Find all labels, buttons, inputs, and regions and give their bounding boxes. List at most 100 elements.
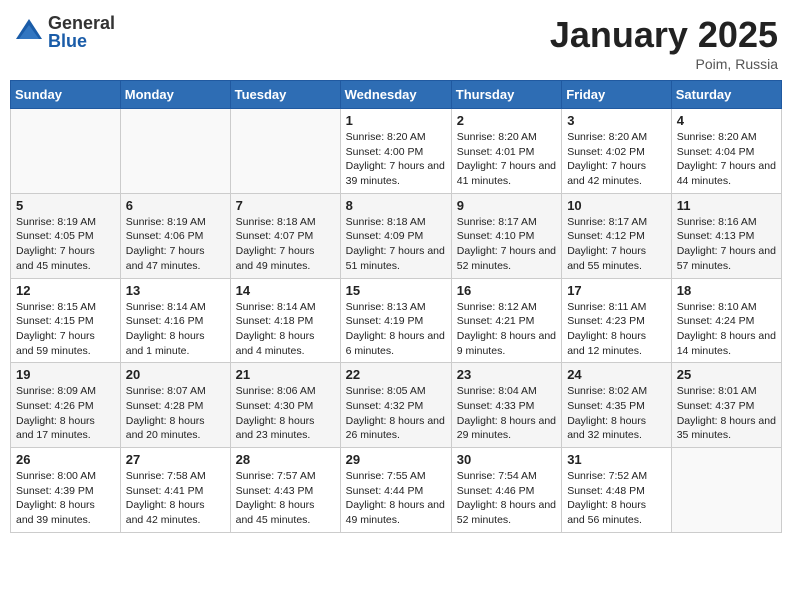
calendar-cell: 14Sunrise: 8:14 AM Sunset: 4:18 PM Dayli… — [230, 278, 340, 363]
day-info: Sunrise: 7:54 AM Sunset: 4:46 PM Dayligh… — [457, 469, 556, 528]
title-block: January 2025 Poim, Russia — [550, 14, 778, 72]
day-info: Sunrise: 8:17 AM Sunset: 4:10 PM Dayligh… — [457, 215, 556, 274]
day-info: Sunrise: 8:01 AM Sunset: 4:37 PM Dayligh… — [677, 384, 776, 443]
calendar-week-row: 12 Sunrise: 8:15 AM Sunset: 4:15 PM Dayli… — [11, 278, 782, 363]
day-info: Sunrise: 8:14 AM Sunset: 4:16 PM Dayligh… — [126, 300, 225, 359]
calendar-cell: 7Sunrise: 8:18 AM Sunset: 4:07 PM Daylig… — [230, 193, 340, 278]
location: Poim, Russia — [550, 56, 778, 72]
day-number: 20 — [126, 367, 225, 382]
day-info: Sunrise: 8:11 AM Sunset: 4:23 PM Dayligh… — [567, 300, 666, 359]
day-number: 26 — [16, 452, 115, 467]
weekday-header: Saturday — [671, 81, 781, 109]
calendar-cell: 26 Sunrise: 8:00 AM Sunset: 4:39 PM Dayli… — [11, 448, 121, 533]
day-number: 6 — [126, 198, 225, 213]
day-info: Sunrise: 7:57 AM Sunset: 4:43 PM Dayligh… — [236, 469, 335, 528]
day-number: 22 — [346, 367, 446, 382]
day-number: 15 — [346, 283, 446, 298]
day-info: Sunrise: 8:05 AM Sunset: 4:32 PM Dayligh… — [346, 384, 446, 443]
calendar-week-row: 26 Sunrise: 8:00 AM Sunset: 4:39 PM Dayli… — [11, 448, 782, 533]
day-number: 8 — [346, 198, 446, 213]
day-info: Sunrise: 8:02 AM Sunset: 4:35 PM Dayligh… — [567, 384, 666, 443]
day-info: Sunrise: 8:06 AM Sunset: 4:30 PM Dayligh… — [236, 384, 335, 443]
calendar-cell: 21 Sunrise: 8:06 AM Sunset: 4:30 PM Dayli… — [230, 363, 340, 448]
logo-icon — [14, 17, 44, 47]
day-info: Sunrise: 7:52 AM Sunset: 4:48 PM Dayligh… — [567, 469, 666, 528]
day-number: 25 — [677, 367, 776, 382]
calendar-cell — [230, 109, 340, 194]
calendar-week-row: 1 Sunrise: 8:20 AM Sunset: 4:00 PM Daylig… — [11, 109, 782, 194]
day-number: 1 — [346, 113, 446, 128]
day-info: Sunrise: 8:20 AM Sunset: 4:04 PM Dayligh… — [677, 130, 776, 189]
calendar-cell: 20 Sunrise: 8:07 AM Sunset: 4:28 PM Dayli… — [120, 363, 230, 448]
day-number: 23 — [457, 367, 556, 382]
day-info: Sunrise: 8:04 AM Sunset: 4:33 PM Dayligh… — [457, 384, 556, 443]
day-info: Sunrise: 8:19 AM Sunset: 4:06 PM Dayligh… — [126, 215, 225, 274]
day-info: Sunrise: 8:07 AM Sunset: 4:28 PM Dayligh… — [126, 384, 225, 443]
logo-general-text: General — [48, 14, 115, 32]
month-title: January 2025 — [550, 14, 778, 56]
logo-text: General Blue — [48, 14, 115, 50]
day-number: 31 — [567, 452, 666, 467]
day-info: Sunrise: 7:55 AM Sunset: 4:44 PM Dayligh… — [346, 469, 446, 528]
calendar-cell: 23 Sunrise: 8:04 AM Sunset: 4:33 PM Dayli… — [451, 363, 561, 448]
day-number: 3 — [567, 113, 666, 128]
calendar-cell: 9 Sunrise: 8:17 AM Sunset: 4:10 PM Daylig… — [451, 193, 561, 278]
calendar-cell: 6 Sunrise: 8:19 AM Sunset: 4:06 PM Daylig… — [120, 193, 230, 278]
calendar-cell: 4 Sunrise: 8:20 AM Sunset: 4:04 PM Daylig… — [671, 109, 781, 194]
day-number: 16 — [457, 283, 556, 298]
day-number: 28 — [236, 452, 335, 467]
day-info: Sunrise: 8:17 AM Sunset: 4:12 PM Dayligh… — [567, 215, 666, 274]
day-number: 29 — [346, 452, 446, 467]
calendar-cell: 22 Sunrise: 8:05 AM Sunset: 4:32 PM Dayli… — [340, 363, 451, 448]
day-number: 24 — [567, 367, 666, 382]
calendar-table: SundayMondayTuesdayWednesdayThursdayFrid… — [10, 80, 782, 533]
calendar-cell: 16 Sunrise: 8:12 AM Sunset: 4:21 PM Dayli… — [451, 278, 561, 363]
day-number: 12 — [16, 283, 115, 298]
calendar-cell — [120, 109, 230, 194]
day-number: 30 — [457, 452, 556, 467]
day-info: Sunrise: 8:20 AM Sunset: 4:02 PM Dayligh… — [567, 130, 666, 189]
weekday-header: Wednesday — [340, 81, 451, 109]
calendar-cell: 27 Sunrise: 7:58 AM Sunset: 4:41 PM Dayli… — [120, 448, 230, 533]
day-number: 17 — [567, 283, 666, 298]
day-number: 4 — [677, 113, 776, 128]
day-info: Sunrise: 8:09 AM Sunset: 4:26 PM Dayligh… — [16, 384, 115, 443]
calendar-cell: 5Sunrise: 8:19 AM Sunset: 4:05 PM Daylig… — [11, 193, 121, 278]
calendar-week-row: 5Sunrise: 8:19 AM Sunset: 4:05 PM Daylig… — [11, 193, 782, 278]
calendar-cell: 31 Sunrise: 7:52 AM Sunset: 4:48 PM Dayli… — [562, 448, 672, 533]
weekday-header: Thursday — [451, 81, 561, 109]
day-number: 2 — [457, 113, 556, 128]
day-number: 5 — [16, 198, 115, 213]
day-info: Sunrise: 8:10 AM Sunset: 4:24 PM Dayligh… — [677, 300, 776, 359]
page-header: General Blue January 2025 Poim, Russia — [10, 10, 782, 72]
day-number: 7 — [236, 198, 335, 213]
day-number: 18 — [677, 283, 776, 298]
calendar-cell: 1 Sunrise: 8:20 AM Sunset: 4:00 PM Daylig… — [340, 109, 451, 194]
calendar-cell: 25 Sunrise: 8:01 AM Sunset: 4:37 PM Dayli… — [671, 363, 781, 448]
day-number: 19 — [16, 367, 115, 382]
calendar-cell: 10Sunrise: 8:17 AM Sunset: 4:12 PM Dayli… — [562, 193, 672, 278]
day-info: Sunrise: 8:20 AM Sunset: 4:01 PM Dayligh… — [457, 130, 556, 189]
calendar-cell: 29 Sunrise: 7:55 AM Sunset: 4:44 PM Dayli… — [340, 448, 451, 533]
day-info: Sunrise: 8:12 AM Sunset: 4:21 PM Dayligh… — [457, 300, 556, 359]
weekday-header: Sunday — [11, 81, 121, 109]
day-info: Sunrise: 8:13 AM Sunset: 4:19 PM Dayligh… — [346, 300, 446, 359]
calendar-cell: 18 Sunrise: 8:10 AM Sunset: 4:24 PM Dayli… — [671, 278, 781, 363]
day-info: Sunrise: 8:15 AM Sunset: 4:15 PM Dayligh… — [16, 300, 115, 359]
weekday-header: Friday — [562, 81, 672, 109]
day-number: 21 — [236, 367, 335, 382]
calendar-week-row: 19 Sunrise: 8:09 AM Sunset: 4:26 PM Dayli… — [11, 363, 782, 448]
calendar-cell: 11Sunrise: 8:16 AM Sunset: 4:13 PM Dayli… — [671, 193, 781, 278]
calendar-cell — [11, 109, 121, 194]
calendar-cell: 3 Sunrise: 8:20 AM Sunset: 4:02 PM Daylig… — [562, 109, 672, 194]
day-info: Sunrise: 8:14 AM Sunset: 4:18 PM Dayligh… — [236, 300, 335, 359]
day-number: 11 — [677, 198, 776, 213]
calendar-cell: 30 Sunrise: 7:54 AM Sunset: 4:46 PM Dayli… — [451, 448, 561, 533]
calendar-cell: 28 Sunrise: 7:57 AM Sunset: 4:43 PM Dayli… — [230, 448, 340, 533]
day-number: 27 — [126, 452, 225, 467]
day-info: Sunrise: 8:18 AM Sunset: 4:09 PM Dayligh… — [346, 215, 446, 274]
day-number: 9 — [457, 198, 556, 213]
day-info: Sunrise: 7:58 AM Sunset: 4:41 PM Dayligh… — [126, 469, 225, 528]
day-info: Sunrise: 8:20 AM Sunset: 4:00 PM Dayligh… — [346, 130, 446, 189]
day-info: Sunrise: 8:00 AM Sunset: 4:39 PM Dayligh… — [16, 469, 115, 528]
